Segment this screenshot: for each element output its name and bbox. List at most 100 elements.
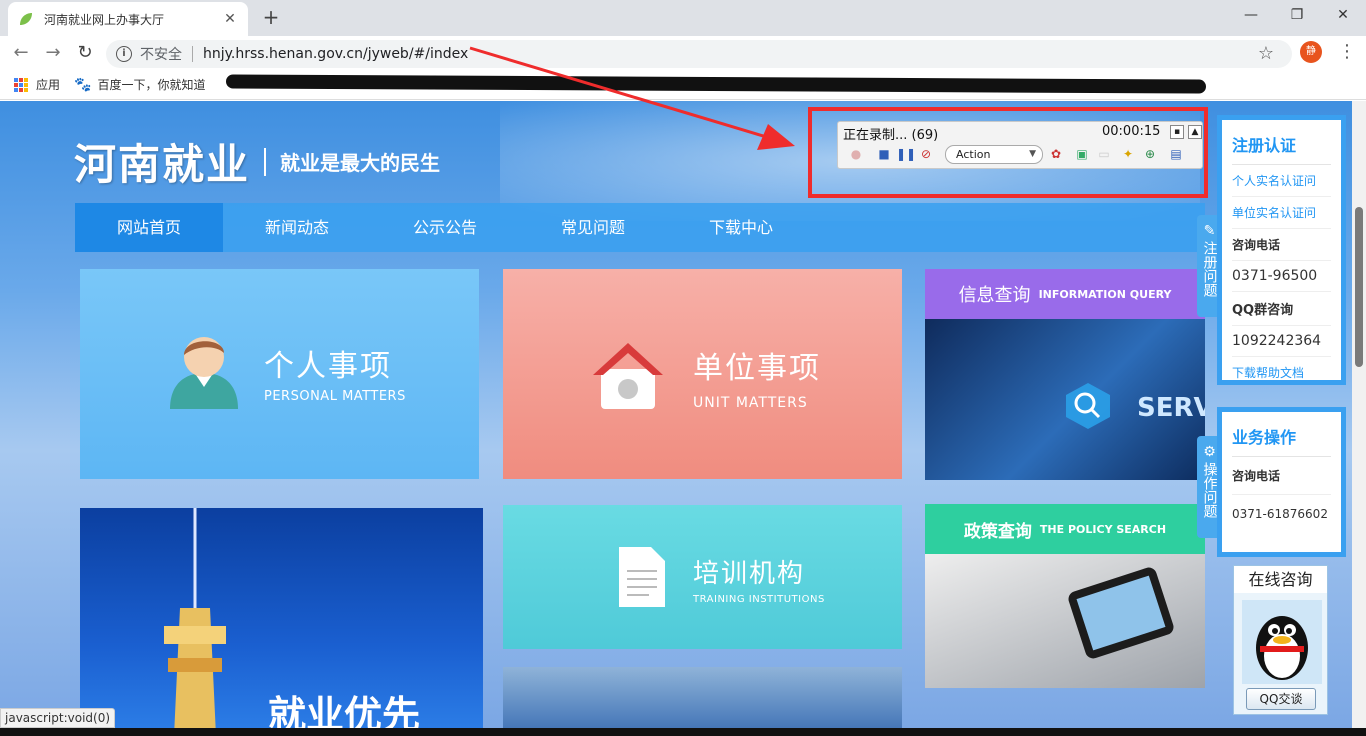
recorder-toolbar: 正在录制... (69) 00:00:15 ▪ ▲ ● ■ ❚❚ ⊘ Actio… [837, 121, 1203, 169]
bookmark-baidu[interactable]: 🐾 百度一下，你就知道 [74, 76, 205, 93]
minimize-button[interactable]: — [1228, 0, 1274, 30]
register-phone: 0371-96500 [1232, 261, 1331, 292]
pin-icon[interactable]: ▪ [1170, 125, 1184, 139]
training-card-subtitle: TRAINING INSTITUTIONS [693, 594, 825, 605]
comment-icon[interactable]: ▭ [1096, 146, 1112, 162]
nav-notices[interactable]: 公示公告 [371, 203, 519, 252]
service-image: SERVICE [925, 319, 1205, 480]
action-dropdown-value: Action [956, 148, 991, 161]
magnifier-icon [1066, 383, 1110, 429]
address-bar[interactable]: i 不安全 hnjy.hrss.henan.gov.cn/jyweb/#/ind… [106, 40, 1292, 68]
scrollbar-thumb[interactable] [1355, 207, 1363, 367]
info-query-card[interactable]: 信息查询 INFORMATION QUERY SERVICE [925, 269, 1205, 480]
bookmark-star-icon[interactable]: ☆ [1258, 43, 1274, 64]
divider [192, 46, 193, 62]
apps-grid-icon [14, 77, 28, 92]
business-phone: 0371-61876602 [1232, 507, 1328, 521]
collapse-icon[interactable]: ▲ [1188, 125, 1202, 139]
policy-query-title: 政策查询 [963, 521, 1032, 542]
main-nav: 网站首页 新闻动态 公示公告 常见问题 下载中心 [75, 203, 1205, 252]
tablet-shape [1066, 565, 1176, 661]
bookmark-apps-label: 应用 [36, 78, 61, 92]
browser-menu-icon[interactable]: ⋮ [1338, 42, 1356, 62]
nav-home[interactable]: 网站首页 [75, 203, 223, 252]
profile-avatar[interactable]: 静 [1300, 41, 1322, 63]
add-step-icon[interactable]: ⊕ [1142, 146, 1158, 162]
forward-arrow-icon[interactable]: → [40, 41, 66, 65]
tv-tower-image [164, 508, 226, 736]
url-text[interactable]: hnjy.hrss.henan.gov.cn/jyweb/#/index [203, 46, 468, 62]
logo-main-text: 河南就业 [74, 140, 251, 189]
address-bar-row: ← → ↻ i 不安全 hnjy.hrss.henan.gov.cn/jyweb… [0, 36, 1366, 70]
insert-event-icon[interactable]: ✿ [1048, 146, 1064, 162]
maximize-button[interactable]: ❐ [1274, 0, 1320, 30]
personal-card-subtitle: PERSONAL MATTERS [264, 389, 406, 404]
leaf-icon [20, 13, 32, 25]
tab-title: 河南就业网上办事大厅 [44, 12, 165, 27]
vertical-scrollbar[interactable] [1352, 101, 1366, 736]
house-icon [593, 343, 663, 409]
browser-tab[interactable]: 河南就业网上办事大厅 ✕ [8, 2, 248, 36]
service-text: SERVICE [1137, 393, 1205, 423]
info-icon[interactable]: i [116, 46, 132, 62]
info-query-title: 信息查询 [958, 285, 1031, 306]
logo-divider [264, 147, 267, 176]
logo-slogan: 就业是最大的民生 [280, 151, 441, 175]
chevron-down-icon: ▼ [1029, 149, 1036, 159]
info-query-header: 信息查询 INFORMATION QUERY [925, 269, 1205, 319]
site-logo[interactable]: 河南就业 就业是最大的民生 [74, 131, 440, 192]
window-controls: — ❐ ✕ [1228, 0, 1366, 30]
training-institutions-card[interactable]: 培训机构 TRAINING INSTITUTIONS [503, 505, 902, 649]
qq-group-number: 1092242364 [1232, 326, 1331, 357]
online-consult-title: 在线咨询 [1234, 566, 1327, 593]
nav-news[interactable]: 新闻动态 [223, 203, 371, 252]
screenshot-icon[interactable]: ▣ [1074, 146, 1090, 162]
tablet-screen [1076, 575, 1166, 651]
personal-matters-card[interactable]: 个人事项 PERSONAL MATTERS [80, 269, 479, 479]
qq-chat-button[interactable]: QQ交谈 [1246, 688, 1316, 710]
effects-icon[interactable]: ✦ [1120, 146, 1136, 162]
recording-status: 正在录制... (69) [843, 128, 939, 143]
person-icon [170, 337, 238, 409]
register-auth-panel: 注册认证 个人实名认证问 单位实名认证问 咨询电话 0371-96500 QQ群… [1217, 115, 1346, 385]
settings-page-icon[interactable]: ▤ [1168, 146, 1184, 162]
new-tab-button[interactable]: + [258, 4, 284, 30]
unit-auth-link[interactable]: 单位实名认证问 [1232, 197, 1331, 229]
bookmark-apps[interactable]: 应用 [14, 76, 60, 93]
tab-close-icon[interactable]: ✕ [222, 11, 238, 27]
bookmark-baidu-label: 百度一下，你就知道 [97, 78, 206, 92]
operation-tab-label: 操作问题 [1201, 462, 1218, 518]
online-consult-widget: 在线咨询 QQ交谈 [1233, 565, 1328, 715]
personal-card-title: 个人事项 [264, 349, 392, 384]
download-help-link[interactable]: 下载帮助文档 [1232, 357, 1331, 388]
nav-downloads[interactable]: 下载中心 [667, 203, 815, 252]
record-icon[interactable]: ● [848, 146, 864, 162]
taskbar-strip [0, 728, 1366, 736]
nav-faq[interactable]: 常见问题 [519, 203, 667, 252]
personal-auth-link[interactable]: 个人实名认证问 [1232, 165, 1331, 197]
register-panel-title: 注册认证 [1232, 128, 1331, 165]
action-dropdown[interactable]: Action ▼ [945, 145, 1043, 164]
recording-timer: 00:00:15 [1102, 124, 1161, 139]
insecure-label[interactable]: 不安全 [140, 44, 182, 64]
back-arrow-icon[interactable]: ← [8, 41, 34, 65]
policy-query-header: 政策查询 THE POLICY SEARCH [925, 504, 1205, 554]
browser-tab-strip: 河南就业网上办事大厅 ✕ + — ❐ ✕ [0, 0, 1366, 36]
building-image[interactable] [503, 667, 902, 736]
info-query-subtitle: INFORMATION QUERY [1038, 287, 1172, 301]
business-phone-label: 咨询电话 [1232, 457, 1331, 495]
reload-icon[interactable]: ↻ [72, 41, 98, 65]
register-tab-label: 注册问题 [1201, 241, 1218, 297]
pause-icon[interactable]: ❚❚ [896, 146, 916, 162]
unit-card-title: 单位事项 [693, 351, 821, 386]
baidu-paw-icon: 🐾 [74, 76, 92, 93]
register-phone-label: 咨询电话 [1232, 229, 1331, 261]
employment-first-banner[interactable]: 就业优先 [80, 508, 483, 736]
unit-matters-card[interactable]: 单位事项 UNIT MATTERS [503, 269, 902, 479]
cancel-record-icon[interactable]: ⊘ [918, 146, 934, 162]
close-window-button[interactable]: ✕ [1320, 0, 1366, 30]
stop-icon[interactable]: ■ [876, 146, 892, 162]
tablet-image [925, 554, 1205, 688]
unit-card-subtitle: UNIT MATTERS [693, 395, 808, 411]
policy-query-card[interactable]: 政策查询 THE POLICY SEARCH [925, 504, 1205, 688]
